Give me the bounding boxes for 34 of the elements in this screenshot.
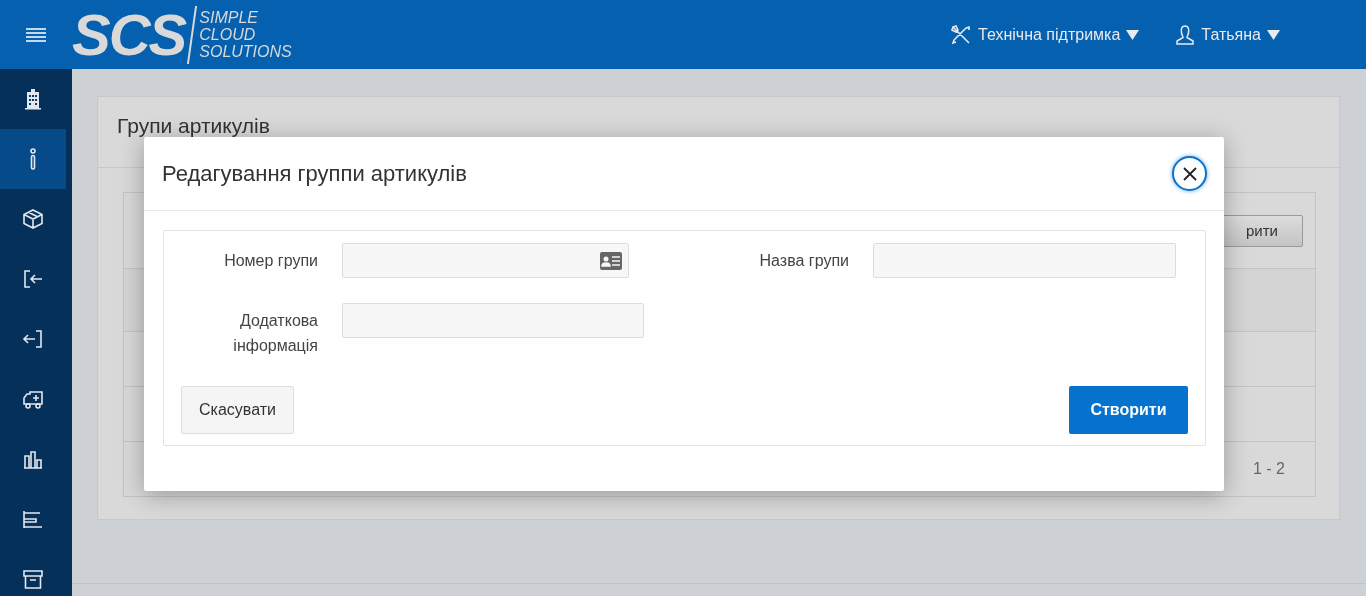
input-field[interactable] [342, 303, 644, 338]
logo-text: SOLUTIONS [199, 43, 292, 60]
field-label: Назва групи [758, 251, 849, 271]
box-icon [22, 208, 44, 230]
align-left-icon [22, 508, 44, 530]
cancel-button[interactable]: Скасувати [181, 386, 294, 434]
building-icon [22, 88, 44, 110]
support-menu[interactable]: Технічна підтримка [950, 23, 1140, 46]
dialog-title: Редагування группи артикулів [162, 160, 467, 187]
truck-plus-icon [22, 388, 44, 410]
create-button[interactable]: Створити [1069, 386, 1188, 434]
archive-icon [22, 568, 44, 590]
close-icon [1182, 166, 1197, 181]
sign-out-icon [22, 328, 44, 350]
logo-mark: SCS [72, 5, 186, 64]
user-menu[interactable]: Татьяна [1175, 23, 1280, 46]
field-label: Номер групи [223, 251, 318, 271]
bar-chart-icon [22, 448, 44, 470]
tools-icon [950, 23, 973, 46]
lookup-field[interactable] [342, 243, 629, 278]
caret-icon [1126, 29, 1140, 40]
caret-icon [1267, 29, 1280, 40]
user-icon [1175, 23, 1196, 46]
pagination-text: 1 - 2 [1253, 460, 1285, 478]
field-label: Додаткова інформація [232, 311, 318, 356]
logo-text: CLOUD [199, 26, 257, 43]
close-button[interactable] [1172, 156, 1207, 191]
sign-in-icon [22, 268, 44, 290]
page-title: Групи артикулів [117, 114, 270, 137]
input-field[interactable] [873, 243, 1176, 278]
menu-icon [26, 27, 46, 42]
logo-text: SIMPLE [199, 9, 259, 26]
info-icon [30, 148, 36, 170]
id-card-icon [600, 251, 622, 270]
